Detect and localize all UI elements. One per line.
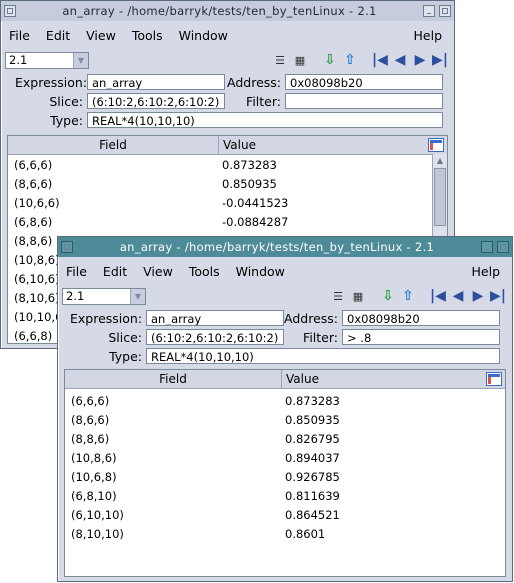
- expression-label: Expression:: [70, 311, 143, 326]
- chevron-down-icon[interactable]: ▼: [130, 288, 145, 304]
- column-chooser-icon[interactable]: [486, 372, 502, 386]
- menu-edit[interactable]: Edit: [95, 264, 135, 279]
- thread-combo[interactable]: 2.1 ▼: [62, 287, 146, 305]
- list-view-icon[interactable]: ☰: [329, 287, 347, 305]
- menu-file[interactable]: File: [58, 264, 95, 279]
- expression-field[interactable]: an_array: [87, 74, 225, 90]
- previous-icon[interactable]: ◀: [391, 51, 409, 69]
- table-row[interactable]: (6,6,6) 0.873283: [8, 155, 447, 174]
- table-row[interactable]: (6,8,10) 0.811639: [65, 486, 505, 505]
- toolbar: 2.1 ▼ ☰ ▦ ⇩ ⇧ |◀ ◀ ▶ ▶|: [62, 285, 508, 307]
- table-row[interactable]: (6,8,6) -0.0884287: [8, 212, 447, 231]
- slice-label: Slice:: [108, 330, 142, 345]
- maximize-icon[interactable]: [497, 241, 509, 253]
- menubar: File Edit View Tools Window Help: [1, 23, 454, 47]
- dive-icon[interactable]: ⇩: [321, 51, 339, 69]
- type-field[interactable]: REAL*4(10,10,10): [87, 112, 443, 128]
- grid-view-icon[interactable]: ▦: [291, 51, 309, 69]
- scroll-thumb[interactable]: [434, 168, 446, 226]
- address-label: Address:: [284, 311, 338, 326]
- first-icon[interactable]: |◀: [371, 51, 389, 69]
- table-row[interactable]: (6,10,10) 0.864521: [65, 505, 505, 524]
- data-table: Field Value (6,6,6) 0.873283 (8,6,6) 0.850…: [64, 369, 506, 577]
- column-chooser-icon[interactable]: [428, 138, 444, 152]
- menu-help[interactable]: Help: [464, 264, 513, 279]
- undive-icon[interactable]: ⇧: [399, 287, 417, 305]
- table-body: (6,6,6) 0.873283 (8,6,6) 0.850935 (8,8,6) 0…: [65, 389, 505, 543]
- table-row[interactable]: (10,8,6) 0.894037: [65, 448, 505, 467]
- column-header-field[interactable]: Field: [65, 370, 282, 388]
- menu-edit[interactable]: Edit: [38, 28, 78, 43]
- table-row[interactable]: (8,8,6) 0.826795: [65, 429, 505, 448]
- column-header-value[interactable]: Value: [282, 370, 486, 388]
- dive-icon[interactable]: ⇩: [379, 287, 397, 305]
- next-icon[interactable]: ▶: [411, 51, 429, 69]
- front-titlebar[interactable]: an_array - /home/barryk/tests/ten_by_ten…: [58, 237, 512, 257]
- table-row[interactable]: (8,10,10) 0.8601: [65, 524, 505, 543]
- menu-window[interactable]: Window: [228, 264, 293, 279]
- menu-file[interactable]: File: [1, 28, 38, 43]
- undive-icon[interactable]: ⇧: [341, 51, 359, 69]
- slice-field[interactable]: (6:10:2,6:10:2,6:10:2): [146, 329, 284, 345]
- table-row[interactable]: (10,6,8) 0.926785: [65, 467, 505, 486]
- address-label: Address:: [227, 75, 281, 90]
- close-icon[interactable]: [61, 241, 73, 253]
- previous-icon[interactable]: ◀: [449, 287, 467, 305]
- front-window: an_array - /home/barryk/tests/ten_by_ten…: [57, 236, 513, 582]
- menu-window[interactable]: Window: [171, 28, 236, 43]
- minimize-icon[interactable]: [423, 5, 435, 17]
- table-header: Field Value: [65, 370, 505, 389]
- back-titlebar[interactable]: an_array - /home/barryk/tests/ten_by_ten…: [1, 1, 454, 21]
- expression-label: Expression:: [15, 75, 88, 90]
- slice-field[interactable]: (6:10:2,6:10:2,6:10:2): [87, 93, 225, 109]
- table-row[interactable]: (8,6,6) 0.850935: [8, 174, 447, 193]
- menu-view[interactable]: View: [78, 28, 124, 43]
- scroll-up-icon[interactable]: ▲: [433, 154, 447, 166]
- address-field: 0x08098b20: [342, 310, 500, 326]
- thread-combo[interactable]: 2.1 ▼: [5, 51, 89, 69]
- column-header-value[interactable]: Value: [219, 136, 428, 154]
- minimize-icon[interactable]: [481, 241, 493, 253]
- address-field: 0x08098b20: [285, 74, 443, 90]
- menu-help[interactable]: Help: [406, 28, 455, 43]
- last-icon[interactable]: ▶|: [431, 51, 449, 69]
- table-row[interactable]: (10,6,6) -0.0441523: [8, 193, 447, 212]
- menu-tools[interactable]: Tools: [124, 28, 171, 43]
- slice-label: Slice:: [49, 94, 83, 109]
- type-label: Type:: [109, 349, 142, 364]
- table-header: Field Value: [8, 136, 447, 155]
- menubar: File Edit View Tools Window Help: [58, 259, 512, 283]
- toolbar: 2.1 ▼ ☰ ▦ ⇩ ⇧ |◀ ◀ ▶ ▶|: [5, 49, 450, 71]
- table-row[interactable]: (6,6,6) 0.873283: [65, 391, 505, 410]
- next-icon[interactable]: ▶: [469, 287, 487, 305]
- grid-view-icon[interactable]: ▦: [349, 287, 367, 305]
- maximize-icon[interactable]: [439, 5, 451, 17]
- window-title: an_array - /home/barryk/tests/ten_by_ten…: [119, 240, 435, 254]
- first-icon[interactable]: |◀: [429, 287, 447, 305]
- expression-form: Expression: an_array Address: 0x08098b20…: [62, 309, 508, 369]
- table-row[interactable]: (8,6,6) 0.850935: [65, 410, 505, 429]
- menu-view[interactable]: View: [135, 264, 181, 279]
- filter-field[interactable]: [285, 93, 443, 109]
- last-icon[interactable]: ▶|: [489, 287, 507, 305]
- chevron-down-icon[interactable]: ▼: [73, 52, 88, 68]
- menu-tools[interactable]: Tools: [181, 264, 228, 279]
- filter-field[interactable]: > .8: [342, 329, 500, 345]
- expression-field[interactable]: an_array: [146, 310, 284, 326]
- filter-label: Filter:: [303, 330, 338, 345]
- window-title: an_array - /home/barryk/tests/ten_by_ten…: [62, 4, 377, 18]
- column-header-field[interactable]: Field: [8, 136, 219, 154]
- close-icon[interactable]: [4, 5, 16, 17]
- expression-form: Expression: an_array Address: 0x08098b20…: [5, 73, 450, 133]
- type-field[interactable]: REAL*4(10,10,10): [146, 348, 500, 364]
- list-view-icon[interactable]: ☰: [271, 51, 289, 69]
- type-label: Type:: [50, 113, 83, 128]
- filter-label: Filter:: [246, 94, 281, 109]
